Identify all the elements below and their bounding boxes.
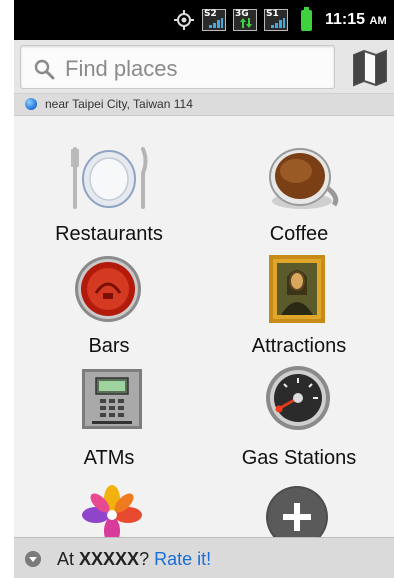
category-atms[interactable]: ATMs bbox=[14, 341, 204, 469]
category-gas-stations[interactable]: Gas Stations bbox=[204, 341, 394, 469]
rate-question: ? bbox=[139, 549, 150, 569]
places-app: S2 3G S1 11:15 AM Find places near Taipe… bbox=[14, 0, 394, 578]
pinwheel-icon bbox=[82, 485, 142, 537]
category-bars[interactable]: Bars bbox=[14, 229, 204, 357]
gps-icon bbox=[174, 10, 194, 30]
category-add-button[interactable] bbox=[204, 453, 394, 537]
category-restaurants[interactable]: Restaurants bbox=[14, 117, 204, 245]
search-input[interactable]: Find places bbox=[20, 45, 335, 89]
rate-place-name: XXXXX bbox=[79, 549, 140, 569]
clock: 11:15 AM bbox=[325, 11, 387, 29]
battery-icon bbox=[301, 7, 312, 31]
coffee-cup-icon bbox=[269, 148, 339, 209]
location-dot-icon bbox=[25, 98, 37, 110]
search-icon bbox=[34, 59, 55, 80]
rate-bar[interactable]: At XXXXX? Rate it! bbox=[14, 537, 394, 578]
rate-prompt: At XXXXX? Rate it! bbox=[57, 549, 211, 570]
category-attractions[interactable]: Attractions bbox=[204, 229, 394, 357]
add-icon bbox=[266, 486, 328, 537]
search-bar: Find places bbox=[14, 40, 394, 94]
bottle-cap-icon bbox=[75, 256, 141, 322]
signal-2-icon: S1 bbox=[264, 9, 288, 31]
signal-3g-icon: 3G bbox=[233, 9, 257, 31]
plate-icon bbox=[71, 147, 148, 209]
atm-icon bbox=[82, 369, 142, 429]
rate-prefix: At bbox=[57, 549, 75, 569]
category-more-pinwheel[interactable] bbox=[14, 453, 204, 537]
clock-time: 11:15 bbox=[325, 11, 366, 28]
location-bar[interactable]: near Taipei City, Taiwan 114 bbox=[14, 94, 394, 116]
chevron-down-icon[interactable] bbox=[25, 551, 41, 567]
clock-ampm: AM bbox=[369, 15, 387, 27]
rate-it-link[interactable]: Rate it! bbox=[154, 549, 211, 569]
status-bar: S2 3G S1 11:15 AM bbox=[14, 0, 394, 40]
map-view-button[interactable] bbox=[350, 47, 390, 87]
category-coffee[interactable]: Coffee bbox=[204, 117, 394, 245]
signal-1-icon: S2 bbox=[202, 9, 226, 31]
mona-lisa-icon bbox=[269, 255, 325, 323]
fuel-gauge-icon bbox=[266, 366, 330, 430]
location-text: near Taipei City, Taiwan 114 bbox=[45, 97, 193, 111]
search-placeholder: Find places bbox=[65, 56, 178, 81]
category-grid: Restaurants Coffee Bars Attractions ATMs… bbox=[14, 117, 394, 537]
